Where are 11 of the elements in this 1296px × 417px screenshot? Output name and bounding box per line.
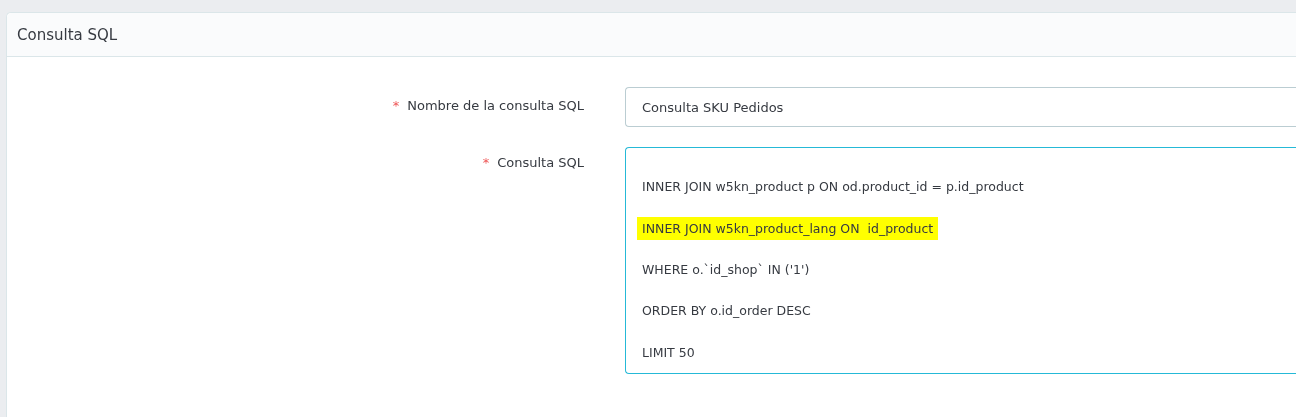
required-mark: * xyxy=(482,155,490,170)
panel-title: Consulta SQL xyxy=(17,25,118,44)
required-mark: * xyxy=(392,98,400,113)
code-line: ORDER BY o.id_order DESC xyxy=(641,302,812,321)
sql-textarea[interactable]: INNER JOIN w5kn_product p ON od.product_id = p.id_product INNER JOIN w5kn_product_lang ON id_product WHERE o.`id_shop` IN ('1') ORDER BY o.id_order DESC LIMIT 50 xyxy=(625,147,1296,374)
code-line: INNER JOIN w5kn_product p ON od.product_id = p.id_product xyxy=(641,178,1025,197)
input-field[interactable]: Consulta SKU Pedidos xyxy=(625,87,1296,127)
field-label: Nombre de la consulta SQL xyxy=(407,98,584,113)
field-label: Consulta SQL xyxy=(497,155,584,170)
code-line: LIMIT 50 xyxy=(641,343,696,362)
code-line: WHERE o.`id_shop` IN ('1') xyxy=(641,261,811,279)
